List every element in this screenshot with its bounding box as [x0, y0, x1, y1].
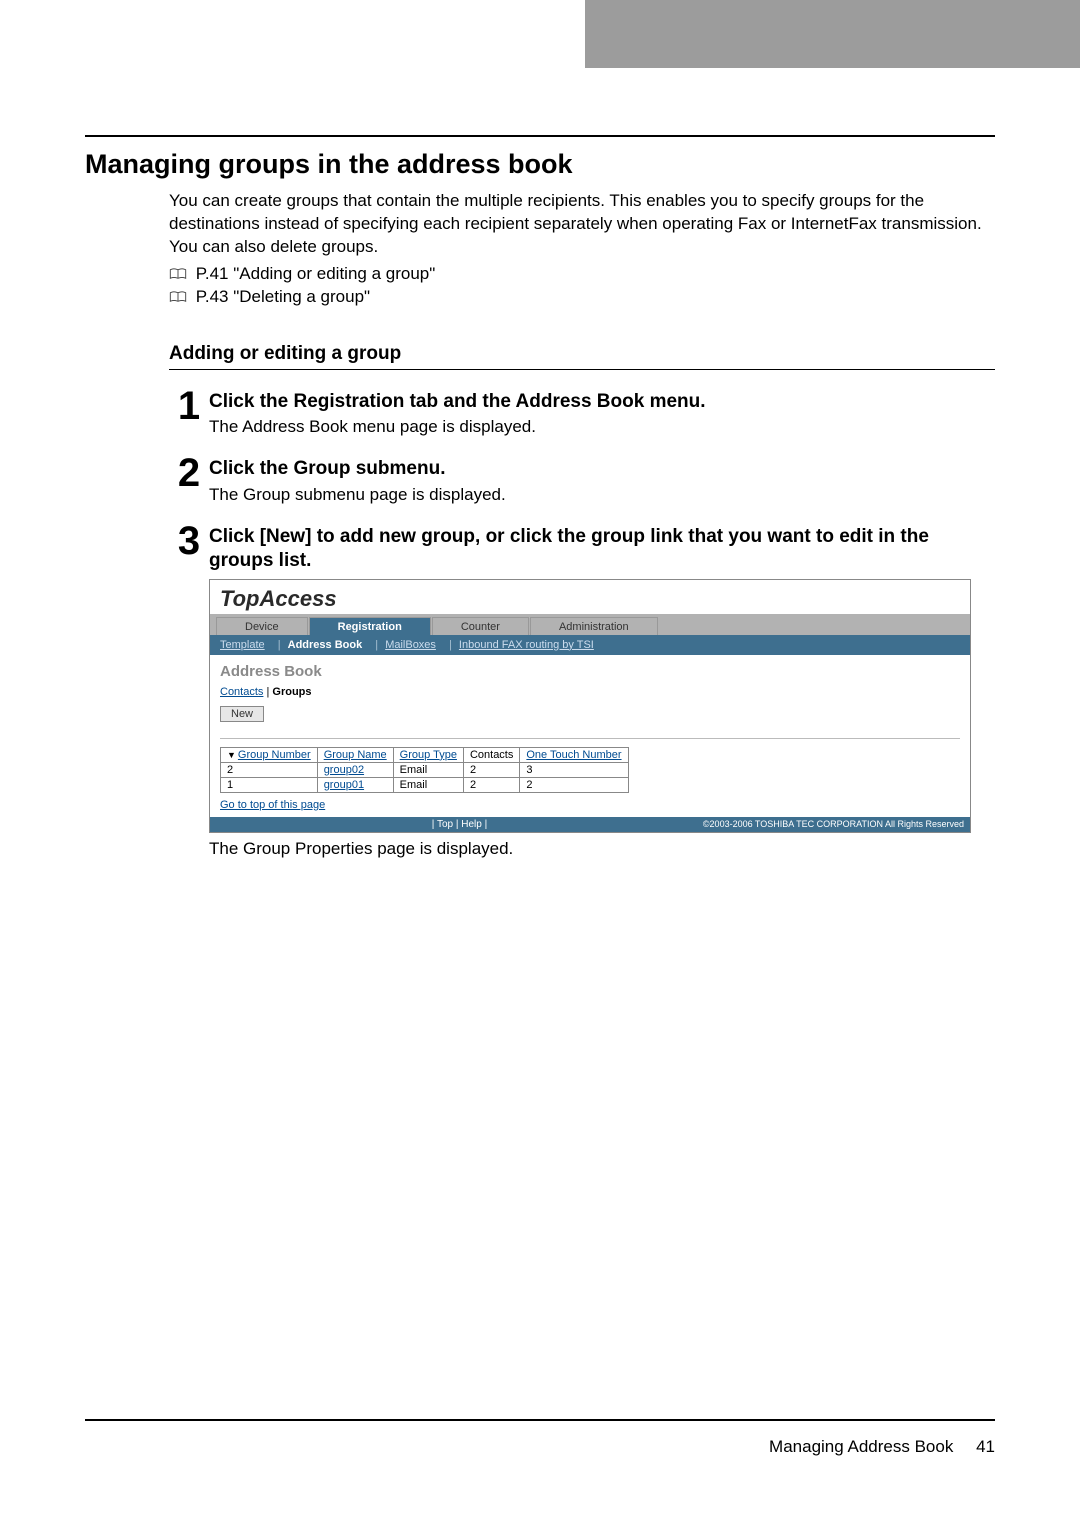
tab-registration[interactable]: Registration	[309, 617, 431, 635]
table-row: 1 group01 Email 2 2	[221, 777, 629, 792]
page-footer: Managing Address Book 41	[85, 1429, 995, 1457]
app-footer: | Top | Help | ©2003-2006 TOSHIBA TEC CO…	[210, 817, 970, 832]
subnav-address-book[interactable]: Address Book	[288, 639, 363, 651]
breadcrumb-groups: Groups	[272, 686, 311, 698]
step-number: 2	[169, 455, 209, 491]
subnav-inbound-fax[interactable]: Inbound FAX routing by TSI	[459, 639, 594, 651]
subnav-bar: Template | Address Book | MailBoxes | In…	[210, 635, 970, 655]
cell-contacts: 2	[463, 777, 519, 792]
new-button[interactable]: New	[220, 706, 264, 722]
ref-line-1: P.41 "Adding or editing a group"	[169, 263, 995, 286]
cell-group-type: Email	[393, 762, 463, 777]
tab-bar: Device Registration Counter Administrati…	[210, 614, 970, 635]
col-group-name[interactable]: Group Name	[324, 749, 387, 761]
step-2: 2 Click the Group submenu. The Group sub…	[169, 455, 995, 507]
step-1-title: Click the Registration tab and the Addre…	[209, 390, 995, 414]
ref-line-2: P.43 "Deleting a group"	[169, 286, 995, 309]
breadcrumb-contacts[interactable]: Contacts	[220, 686, 263, 698]
tab-device[interactable]: Device	[216, 617, 308, 635]
step-3: 3 Click [New] to add new group, or click…	[169, 523, 995, 859]
intro-paragraph: You can create groups that contain the m…	[169, 190, 995, 259]
col-group-number[interactable]: Group Number	[238, 749, 311, 761]
col-group-type[interactable]: Group Type	[400, 749, 457, 761]
footer-copyright: ©2003-2006 TOSHIBA TEC CORPORATION All R…	[703, 819, 964, 829]
table-row: 2 group02 Email 2 3	[221, 762, 629, 777]
go-to-top-link[interactable]: Go to top of this page	[220, 799, 325, 811]
breadcrumb: Contacts | Groups	[220, 686, 960, 698]
subnav-template[interactable]: Template	[220, 639, 265, 651]
screenshot-caption: The Group Properties page is displayed.	[209, 839, 995, 859]
cell-group-number: 2	[221, 762, 318, 777]
cell-group-type: Email	[393, 777, 463, 792]
sort-arrow-icon: ▼	[227, 750, 236, 760]
ref-1-text: P.41 "Adding or editing a group"	[196, 264, 436, 283]
header-gray-block	[585, 0, 1080, 68]
subnav-mailboxes[interactable]: MailBoxes	[385, 639, 436, 651]
sub-rule	[169, 369, 995, 370]
page-number: 41	[976, 1437, 995, 1456]
footer-text: Managing Address Book	[769, 1437, 953, 1456]
book-icon	[169, 268, 187, 280]
step-1: 1 Click the Registration tab and the Add…	[169, 388, 995, 440]
divider	[220, 738, 960, 739]
subheading: Adding or editing a group	[169, 343, 995, 365]
col-contacts: Contacts	[470, 749, 513, 761]
step-1-text: The Address Book menu page is displayed.	[209, 417, 995, 437]
step-3-title: Click [New] to add new group, or click t…	[209, 525, 995, 573]
step-number: 1	[169, 388, 209, 424]
tab-counter[interactable]: Counter	[432, 617, 529, 635]
step-2-text: The Group submenu page is displayed.	[209, 485, 995, 505]
footer-rule	[85, 1419, 995, 1421]
cell-one-touch: 3	[520, 762, 628, 777]
step-2-title: Click the Group submenu.	[209, 457, 995, 481]
book-icon	[169, 291, 187, 303]
cell-group-number: 1	[221, 777, 318, 792]
tab-administration[interactable]: Administration	[530, 617, 658, 635]
app-screenshot: TopAccess Device Registration Counter Ad…	[209, 579, 971, 833]
ref-2-text: P.43 "Deleting a group"	[196, 287, 370, 306]
col-one-touch[interactable]: One Touch Number	[526, 749, 621, 761]
groups-table: ▼Group Number Group Name Group Type Cont…	[220, 747, 629, 793]
cell-one-touch: 2	[520, 777, 628, 792]
group-link[interactable]: group01	[324, 779, 364, 791]
table-header-row: ▼Group Number Group Name Group Type Cont…	[221, 747, 629, 762]
footer-links[interactable]: | Top | Help |	[216, 819, 703, 830]
group-link[interactable]: group02	[324, 764, 364, 776]
section-title: Managing groups in the address book	[85, 149, 995, 180]
top-rule	[85, 135, 995, 137]
page-heading: Address Book	[220, 663, 960, 680]
step-number: 3	[169, 523, 209, 559]
app-logo: TopAccess	[210, 580, 970, 614]
cell-contacts: 2	[463, 762, 519, 777]
